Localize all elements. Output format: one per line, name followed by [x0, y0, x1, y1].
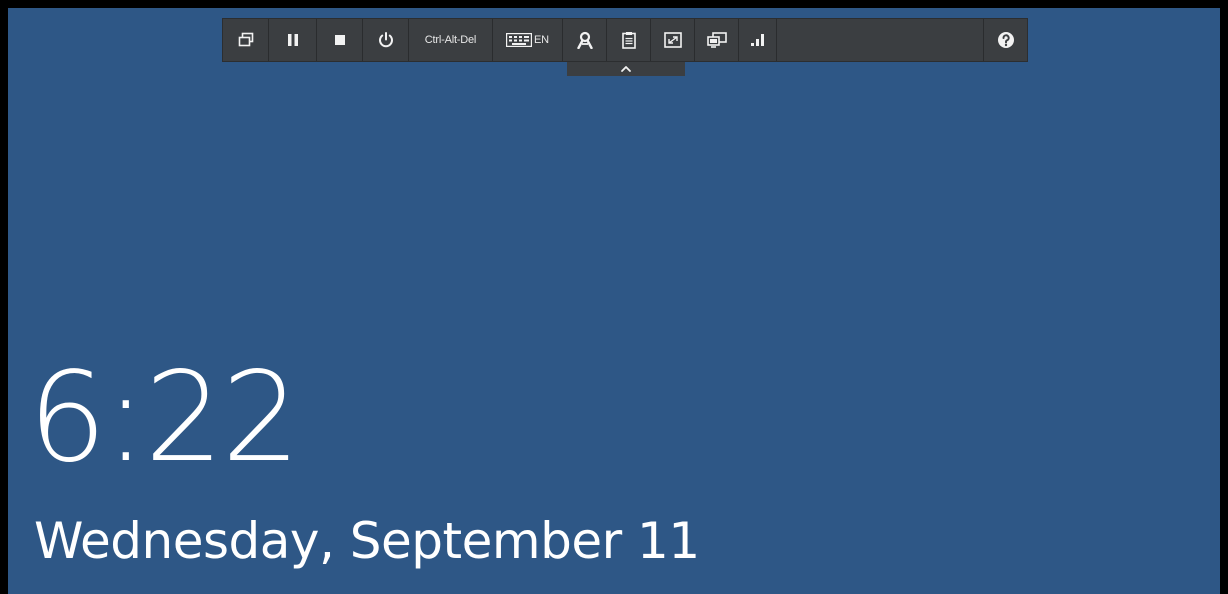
multi-monitor-button[interactable] [695, 19, 739, 61]
clipboard-icon [621, 31, 636, 49]
keyboard-language-button[interactable]: EN [493, 19, 563, 61]
remote-session-toolbar: Ctrl-Alt-Del EN [222, 18, 1028, 62]
power-icon [377, 31, 395, 49]
restore-window-button[interactable] [223, 19, 269, 61]
pause-button[interactable] [269, 19, 317, 61]
help-button[interactable] [983, 19, 1027, 61]
power-button[interactable] [363, 19, 409, 61]
restore-window-icon [238, 32, 254, 48]
fullscreen-button[interactable] [651, 19, 695, 61]
stop-icon [334, 34, 346, 46]
ctrl-alt-del-button[interactable]: Ctrl-Alt-Del [409, 19, 493, 61]
user-button[interactable] [563, 19, 607, 61]
signal-strength-icon [750, 33, 766, 47]
stop-button[interactable] [317, 19, 363, 61]
lock-screen: Ctrl-Alt-Del EN 6:22 Wednesday, Septembe… [8, 8, 1220, 594]
connection-quality-button[interactable] [739, 19, 777, 61]
clipboard-button[interactable] [607, 19, 651, 61]
lockscreen-date: Wednesday, September 11 [34, 512, 700, 570]
help-icon [997, 31, 1015, 49]
multi-monitor-icon [706, 32, 727, 48]
keyboard-icon [506, 33, 533, 47]
keyboard-language-label: EN [534, 34, 549, 46]
user-icon [576, 31, 594, 49]
toolbar-collapse-tab[interactable] [567, 62, 685, 76]
lockscreen-time: 6:22 [28, 346, 300, 490]
pause-icon [287, 33, 299, 47]
ctrl-alt-del-label: Ctrl-Alt-Del [424, 34, 477, 46]
chevron-up-icon [620, 60, 632, 78]
fullscreen-icon [663, 32, 682, 48]
